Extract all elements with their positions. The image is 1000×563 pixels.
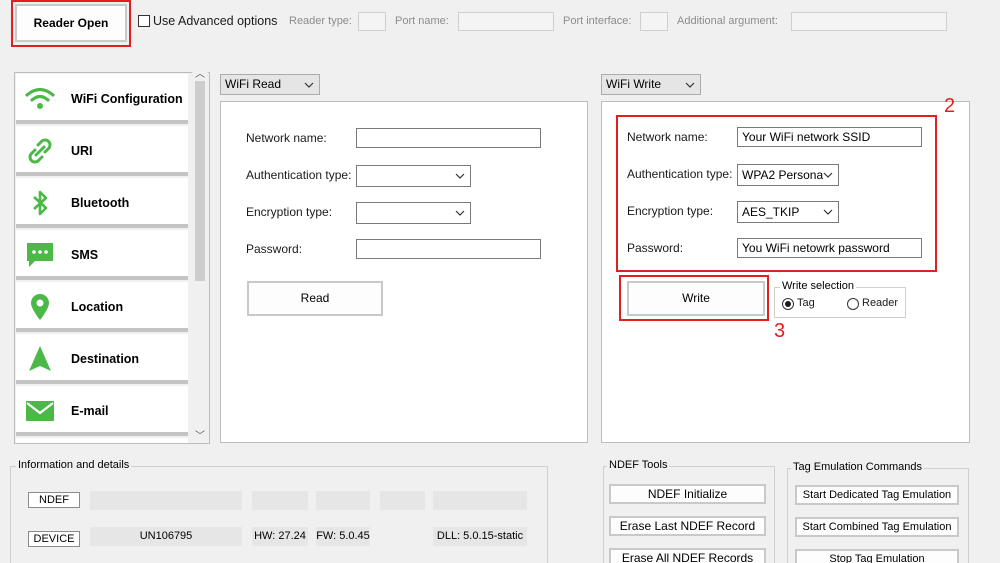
additional-argument-label: Additional argument: xyxy=(677,15,778,27)
sidebar-item-label: Location xyxy=(71,300,124,314)
dll-version-value: DLL: 5.0.15-static xyxy=(433,527,527,546)
device-button[interactable]: DEVICE xyxy=(28,531,80,547)
port-interface-input[interactable] xyxy=(640,12,668,31)
sidebar-item-label: E-mail xyxy=(71,404,109,418)
device-id-value: UN106795 xyxy=(90,527,242,546)
ndef-tools-title: NDEF Tools xyxy=(607,459,670,471)
sidebar-item-location[interactable]: Location xyxy=(16,282,188,332)
write-button-highlight xyxy=(619,275,769,321)
start-dedicated-emulation-button[interactable]: Start Dedicated Tag Emulation xyxy=(795,485,959,505)
chevron-down-icon xyxy=(304,82,314,88)
hw-version-value: HW: 27.24 xyxy=(252,527,308,546)
advanced-options-checkbox[interactable] xyxy=(138,15,150,27)
sidebar-item-uri[interactable]: URI xyxy=(16,126,188,176)
scroll-up-icon[interactable]: ︿ xyxy=(195,65,205,80)
sidebar-item-partial xyxy=(16,438,188,443)
scroll-down-icon[interactable]: ﹀ xyxy=(195,427,205,442)
read-network-name-input[interactable] xyxy=(356,128,541,148)
ndef-initialize-button[interactable]: NDEF Initialize xyxy=(609,484,766,504)
sms-icon xyxy=(27,243,53,267)
ndef-button[interactable]: NDEF xyxy=(28,492,80,508)
port-interface-label: Port interface: xyxy=(563,15,632,27)
sidebar-item-label: SMS xyxy=(71,248,99,262)
port-name-label: Port name: xyxy=(395,15,449,27)
write-option-tag-radio[interactable] xyxy=(782,298,794,310)
read-auth-type-select[interactable] xyxy=(356,165,471,187)
link-icon xyxy=(28,138,52,164)
start-combined-emulation-button[interactable]: Start Combined Tag Emulation xyxy=(795,517,959,537)
reader-type-label: Reader type: xyxy=(289,15,352,27)
write-option-reader-label[interactable]: Reader xyxy=(862,297,898,309)
stop-emulation-button[interactable]: Stop Tag Emulation xyxy=(795,549,959,563)
read-encryption-type-select[interactable] xyxy=(356,202,471,224)
sidebar-item-bluetooth[interactable]: Bluetooth xyxy=(16,178,188,228)
ndef-info-cell-5 xyxy=(433,491,527,510)
chevron-down-icon xyxy=(455,210,465,216)
port-name-input[interactable] xyxy=(458,12,554,31)
read-mode-value: WiFi Read xyxy=(225,77,282,91)
read-button[interactable]: Read xyxy=(247,281,383,316)
navigation-arrow-icon xyxy=(29,346,51,371)
ndef-info-cell-2 xyxy=(252,491,308,510)
sidebar-scrollbar[interactable]: ︿ ﹀ xyxy=(192,63,208,443)
chevron-down-icon xyxy=(685,82,695,88)
ndef-info-cell-3 xyxy=(316,491,370,510)
read-mode-select[interactable]: WiFi Read xyxy=(220,74,320,95)
sidebar-item-label: WiFi Configuration xyxy=(71,92,183,106)
sidebar-item-label: URI xyxy=(71,144,93,158)
reader-open-highlight xyxy=(11,0,131,47)
scroll-thumb[interactable] xyxy=(195,81,205,281)
info-title: Information and details xyxy=(16,459,132,471)
tag-emulation-title: Tag Emulation Commands xyxy=(791,461,925,473)
read-network-name-label: Network name: xyxy=(246,131,327,145)
reader-type-input[interactable] xyxy=(358,12,386,31)
erase-all-ndef-records-button[interactable]: Erase All NDEF Records xyxy=(609,548,766,563)
read-password-label: Password: xyxy=(246,242,303,256)
chevron-down-icon xyxy=(455,173,465,179)
read-panel xyxy=(220,101,588,443)
additional-argument-input[interactable] xyxy=(791,12,947,31)
step-marker-2: 2 xyxy=(944,95,956,117)
ndef-info-cell-1 xyxy=(90,491,242,510)
read-password-input[interactable] xyxy=(356,239,541,259)
sidebar-item-email[interactable]: E-mail xyxy=(16,386,188,436)
write-fields-highlight xyxy=(616,115,937,272)
advanced-options-label[interactable]: Use Advanced options xyxy=(153,14,277,28)
bluetooth-icon xyxy=(33,190,48,216)
write-mode-value: WiFi Write xyxy=(606,77,662,91)
write-selection-title: Write selection xyxy=(780,280,856,292)
write-mode-select[interactable]: WiFi Write xyxy=(601,74,701,95)
info-group xyxy=(10,466,548,563)
sidebar-item-wifi-configuration[interactable]: WiFi Configuration xyxy=(16,74,188,124)
location-pin-icon xyxy=(31,294,49,320)
read-encryption-type-label: Encryption type: xyxy=(246,205,333,219)
sidebar-item-destination[interactable]: Destination xyxy=(16,334,188,384)
wifi-icon xyxy=(25,87,55,109)
sidebar-item-sms[interactable]: SMS xyxy=(16,230,188,280)
erase-last-ndef-record-button[interactable]: Erase Last NDEF Record xyxy=(609,516,766,536)
ndef-info-cell-4 xyxy=(380,491,425,510)
write-option-tag-label[interactable]: Tag xyxy=(797,297,815,309)
sidebar-item-label: Bluetooth xyxy=(71,196,130,210)
step-marker-3: 3 xyxy=(774,320,786,342)
write-option-reader-radio[interactable] xyxy=(847,298,859,310)
email-icon xyxy=(26,401,54,421)
fw-version-value: FW: 5.0.45 xyxy=(316,527,370,546)
read-auth-type-label: Authentication type: xyxy=(246,168,352,182)
sidebar-item-label: Destination xyxy=(71,352,140,366)
